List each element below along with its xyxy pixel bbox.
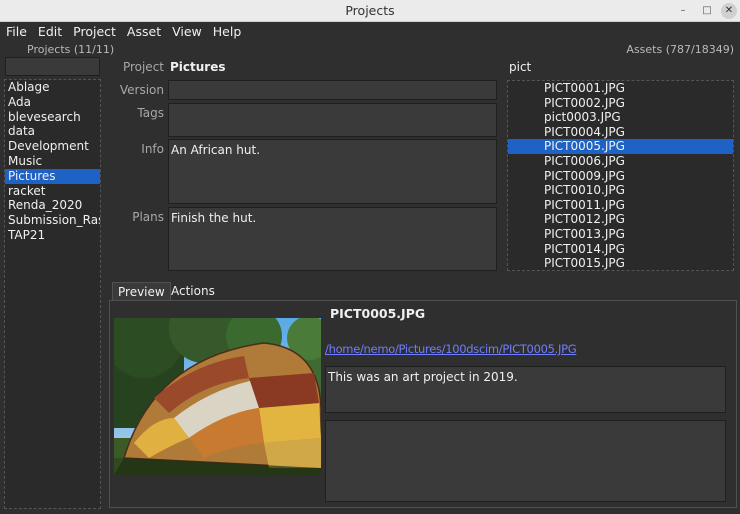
preview-filename: PICT0005.JPG xyxy=(330,306,426,321)
tags-field[interactable] xyxy=(168,103,497,137)
hut-photo-icon xyxy=(104,293,331,475)
asset-item[interactable]: PICT0006.JPG xyxy=(508,154,733,169)
menu-project[interactable]: Project xyxy=(67,22,121,39)
plans-value: Finish the hut. xyxy=(171,211,257,225)
asset-item[interactable]: PICT0014.JPG xyxy=(508,242,733,257)
project-item[interactable]: blevesearch xyxy=(5,110,100,125)
menu-view[interactable]: View xyxy=(166,22,207,39)
tab-preview[interactable]: Preview xyxy=(112,282,171,300)
preview-note-field[interactable]: This was an art project in 2019. xyxy=(325,366,726,413)
minimize-icon[interactable]: – xyxy=(675,3,691,19)
tab-actions[interactable]: Actions xyxy=(166,282,220,300)
project-item[interactable]: racket xyxy=(5,184,100,199)
project-item[interactable]: Submission_Rast_E xyxy=(5,213,100,228)
preview-note: This was an art project in 2019. xyxy=(328,370,518,384)
project-filter-input[interactable] xyxy=(5,57,100,76)
menu-file[interactable]: File xyxy=(0,22,32,39)
version-field[interactable] xyxy=(168,80,497,100)
asset-item[interactable]: PICT0005.JPG xyxy=(508,139,733,154)
preview-note2-field[interactable] xyxy=(325,420,726,502)
version-label: Version xyxy=(119,83,164,97)
version-value xyxy=(169,81,496,87)
maximize-icon[interactable]: □ xyxy=(699,3,715,19)
info-label: Info xyxy=(141,142,164,156)
project-name-field[interactable]: Pictures xyxy=(168,57,497,76)
project-item[interactable]: Pictures xyxy=(5,168,100,184)
info-value: An African hut. xyxy=(171,143,261,157)
menu-help[interactable]: Help xyxy=(207,22,247,39)
project-filter-value xyxy=(6,55,10,75)
file-path-link[interactable]: /home/nemo/Pictures/100dscim/PICT0005.JP… xyxy=(325,342,577,356)
preview-image xyxy=(104,293,331,475)
menu-bar: File Edit Project Asset View Help xyxy=(0,22,740,42)
project-item[interactable]: TAP21 xyxy=(5,228,100,243)
assets-header: Assets (787/18349) xyxy=(626,43,734,56)
projects-header: Projects (11/11) xyxy=(27,43,115,56)
asset-list[interactable]: PICT0001.JPG PICT0002.JPG pict0003.JPG P… xyxy=(507,80,734,271)
asset-item[interactable]: pict0003.JPG xyxy=(508,110,733,125)
asset-item[interactable]: PICT0015.JPG xyxy=(508,256,733,270)
asset-item[interactable]: PICT0013.JPG xyxy=(508,227,733,242)
asset-item[interactable]: PICT0011.JPG xyxy=(508,198,733,213)
asset-item[interactable]: PICT0010.JPG xyxy=(508,183,733,198)
asset-item[interactable]: PICT0012.JPG xyxy=(508,212,733,227)
title-bar: Projects – □ ✕ xyxy=(0,0,740,22)
tags-value xyxy=(169,104,496,110)
project-item[interactable]: Renda_2020 xyxy=(5,198,100,213)
window-title: Projects xyxy=(345,3,395,18)
asset-item[interactable]: PICT0009.JPG xyxy=(508,169,733,184)
asset-filter-value: pict xyxy=(509,60,532,74)
asset-filter-input[interactable]: pict xyxy=(507,57,734,76)
project-item[interactable]: Ablage xyxy=(5,80,100,95)
project-item[interactable]: Development xyxy=(5,139,100,154)
preview-note2 xyxy=(326,421,725,427)
plans-label: Plans xyxy=(132,210,164,224)
project-item[interactable]: Music xyxy=(5,154,100,169)
menu-asset[interactable]: Asset xyxy=(121,22,166,39)
project-item[interactable]: Ada xyxy=(5,95,100,110)
tags-label: Tags xyxy=(137,106,164,120)
asset-item[interactable]: PICT0002.JPG xyxy=(508,96,733,111)
project-label: Project xyxy=(122,60,164,74)
project-list[interactable]: Ablage Ada blevesearch data Development … xyxy=(4,79,101,509)
project-item[interactable]: data xyxy=(5,124,100,139)
info-field[interactable]: An African hut. xyxy=(168,139,497,204)
preview-path-link[interactable]: /home/nemo/Pictures/100dscim/PICT0005.JP… xyxy=(325,342,577,356)
plans-field[interactable]: Finish the hut. xyxy=(168,207,497,271)
menu-edit[interactable]: Edit xyxy=(32,22,67,39)
project-name-value: Pictures xyxy=(170,60,226,74)
asset-item[interactable]: PICT0004.JPG xyxy=(508,125,733,140)
close-icon[interactable]: ✕ xyxy=(721,3,737,19)
asset-item[interactable]: PICT0001.JPG xyxy=(508,81,733,96)
